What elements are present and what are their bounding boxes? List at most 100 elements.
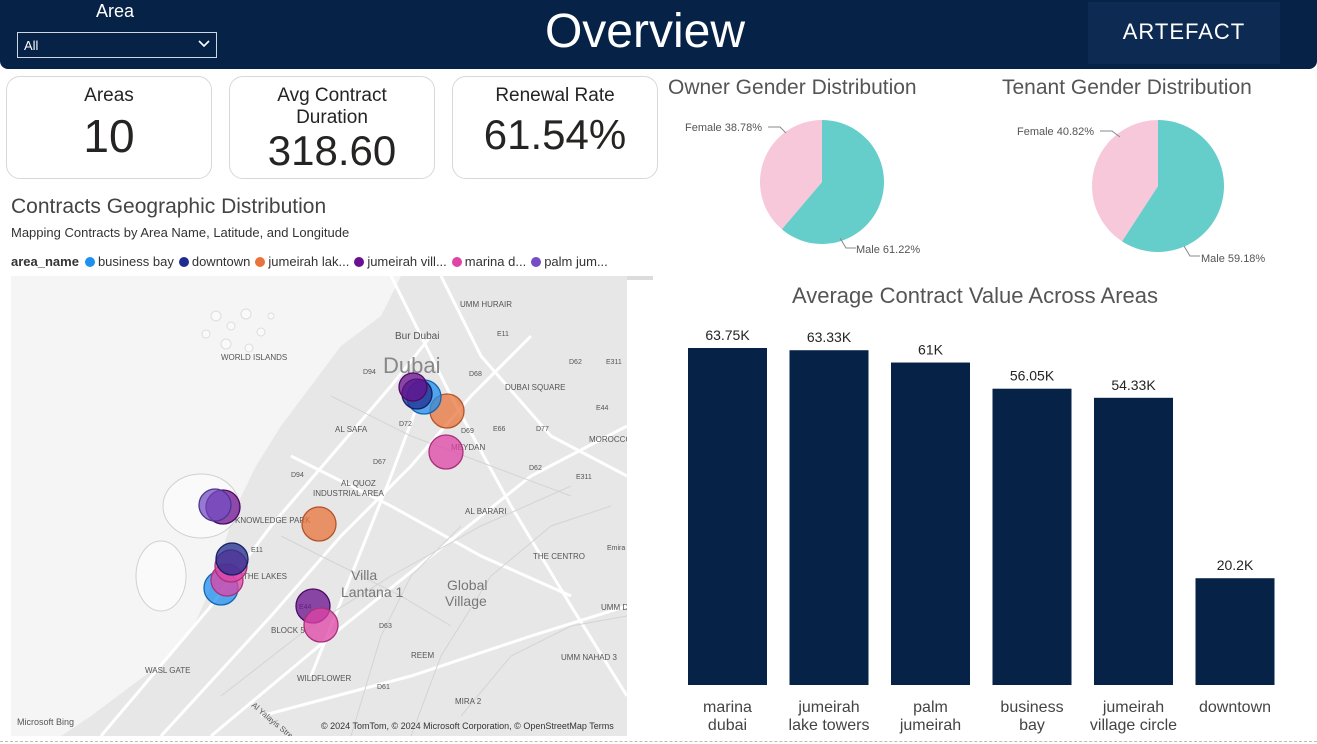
bar-data-label-5: 20.2K (1217, 557, 1254, 573)
legend-item-business-bay[interactable]: business bay (84, 254, 174, 269)
svg-text:D62: D62 (569, 359, 582, 366)
bar-0[interactable] (688, 348, 767, 685)
legend-dot (84, 256, 95, 267)
areas-card-value: 10 (83, 110, 135, 162)
bing-label: Microsoft Bing (17, 717, 75, 727)
map-legend: area_name business bay downtown jumeirah… (11, 254, 613, 269)
svg-text:E11: E11 (251, 547, 263, 554)
svg-text:Villa: Villa (351, 567, 377, 583)
bar-data-label-2: 61K (918, 342, 944, 358)
map-credit[interactable]: © 2024 TomTom, © 2024 Microsoft Corporat… (321, 721, 614, 731)
bar-category-label-2-1: jumeirah (899, 717, 961, 734)
owner-male-label: Male 61.22% (856, 244, 921, 256)
bar-data-label-1: 63.33K (807, 329, 852, 345)
bar-category-label-2-0: palm (913, 699, 948, 716)
svg-text:AL SAFA: AL SAFA (335, 425, 368, 434)
legend-dot (255, 256, 266, 267)
svg-text:D68: D68 (469, 371, 482, 378)
bar-category-label-0-1: dubai (708, 717, 747, 734)
legend-dot (354, 256, 365, 267)
svg-text:E44: E44 (596, 405, 609, 412)
map-scroll-strip (627, 276, 653, 280)
owner-male-leader (840, 238, 856, 249)
areas-card-label: Areas (84, 85, 134, 106)
svg-text:D94: D94 (363, 369, 376, 376)
contracts-map[interactable]: UMM HURAIR WORLD ISLANDS Bur Dubai Dubai… (11, 276, 627, 736)
svg-text:D67: D67 (373, 459, 386, 466)
legend-label: jumeirah vill... (367, 254, 447, 269)
svg-text:Lantana 1: Lantana 1 (341, 584, 403, 600)
page-bottom-border (0, 741, 1317, 742)
tenant-pie-title: Tenant Gender Distribution (1002, 76, 1252, 99)
svg-text:REEM: REEM (411, 651, 434, 660)
svg-text:AL QUOZ: AL QUOZ (341, 479, 376, 488)
owner-female-leader (768, 126, 787, 134)
legend-item-marina[interactable]: marina d... (451, 254, 527, 269)
svg-text:D94: D94 (291, 472, 304, 479)
bar-4[interactable] (1094, 397, 1173, 685)
legend-label: downtown (191, 254, 251, 269)
svg-text:D63: D63 (379, 623, 392, 630)
tenant-male-label: Male 59.18% (1201, 253, 1266, 265)
tenant-female-label: Female 40.82% (1017, 126, 1095, 138)
areas-card: Areas 10 (6, 76, 212, 179)
svg-text:E66: E66 (493, 426, 506, 433)
bar-data-label-0: 63.75K (705, 327, 750, 343)
bar-category-label-4-1: village circle (1090, 717, 1177, 734)
header-bar: Area All Overview ARTEFACT (0, 0, 1317, 69)
legend-label: jumeirah lak... (268, 254, 350, 269)
bar-1[interactable] (789, 350, 869, 685)
svg-text:E311: E311 (576, 474, 592, 481)
tenant-gender-pie[interactable] (1092, 120, 1224, 252)
legend-item-jumeirah-village[interactable]: jumeirah vill... (354, 254, 447, 269)
bar-category-label-4-0: jumeirah (1102, 699, 1164, 716)
svg-text:UMM DA: UMM DA (601, 603, 627, 612)
legend-dot (178, 256, 189, 267)
logo-text: ARTEFACT (1122, 19, 1246, 44)
bar-category-label-5-0: downtown (1199, 699, 1271, 716)
map-title: Contracts Geographic Distribution (11, 195, 327, 218)
svg-text:D72: D72 (399, 421, 412, 428)
legend-dot (531, 256, 542, 267)
svg-text:Al Yalayis Street: Al Yalayis Street (250, 701, 301, 736)
svg-text:INDUSTRIAL AREA: INDUSTRIAL AREA (313, 489, 384, 498)
legend-label: marina d... (464, 254, 527, 269)
legend-label: business bay (97, 254, 174, 269)
svg-text:DUBAI SQUARE: DUBAI SQUARE (505, 383, 565, 392)
svg-text:AL BARARI: AL BARARI (465, 507, 507, 516)
svg-text:Global: Global (447, 577, 487, 593)
avg-duration-card-label: Avg Contract Duration (277, 85, 387, 128)
renewal-rate-card-value: 61.54% (483, 111, 627, 158)
svg-text:D77: D77 (536, 426, 549, 433)
svg-text:D62: D62 (529, 465, 542, 472)
legend-title: area_name (11, 254, 79, 269)
bar-5[interactable] (1195, 578, 1275, 685)
svg-text:Bur Dubai: Bur Dubai (395, 331, 439, 342)
bar-2[interactable] (891, 362, 970, 685)
avg-duration-card-value: 318.60 (267, 127, 397, 174)
owner-female-label: Female 38.78% (685, 122, 763, 134)
bar-data-label-4: 54.33K (1111, 377, 1156, 393)
avg-duration-card: Avg Contract Duration 318.60 (229, 76, 435, 179)
bar-3[interactable] (992, 388, 1072, 685)
svg-text:WASL GATE: WASL GATE (145, 666, 191, 675)
svg-text:MOROCCO: MOROCCO (589, 435, 627, 444)
bar-category-label-3-1: bay (1019, 717, 1045, 734)
avg-contract-value-chart: 63.75K marina dubai 63.33K jumeirah lake towe… (660, 300, 1300, 740)
map-canvas: UMM HURAIR WORLD ISLANDS Bur Dubai Dubai… (11, 276, 627, 736)
legend-item-jumeirah-lake[interactable]: jumeirah lak... (255, 254, 349, 269)
renewal-rate-card: Renewal Rate 61.54% (452, 76, 658, 179)
svg-text:MIRA 2: MIRA 2 (455, 697, 482, 706)
owner-gender-pie[interactable] (760, 120, 884, 244)
bar-category-label-1-1: lake towers (789, 717, 870, 734)
svg-text:THE CENTRO: THE CENTRO (533, 552, 585, 561)
bar-category-label-1-0: jumeirah (797, 699, 859, 716)
bar-data-label-3: 56.05K (1010, 368, 1055, 384)
svg-text:WILDFLOWER: WILDFLOWER (297, 674, 351, 683)
legend-item-palm[interactable]: palm jum... (531, 254, 608, 269)
svg-text:Village: Village (445, 593, 487, 609)
legend-item-downtown[interactable]: downtown (178, 254, 251, 269)
dashboard: Area All Overview ARTEFACT Areas 10 Avg … (0, 0, 1317, 744)
bar-category-label-3-0: business (1000, 699, 1063, 716)
svg-text:UMM NAHAD 3: UMM NAHAD 3 (561, 653, 618, 662)
